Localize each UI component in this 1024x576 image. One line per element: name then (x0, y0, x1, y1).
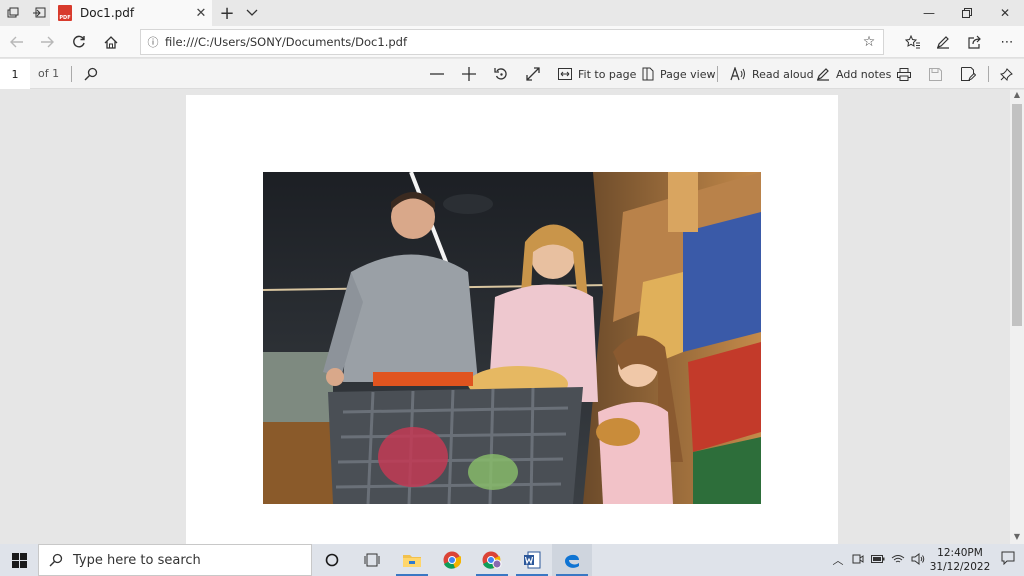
expand-icon (526, 67, 540, 81)
pin-toolbar-button[interactable] (1000, 62, 1013, 86)
word-icon (524, 551, 541, 569)
search-icon (84, 67, 98, 81)
restore-button[interactable] (948, 0, 986, 26)
page-number-input[interactable]: 1 (0, 59, 30, 89)
task-view-icon (364, 553, 380, 567)
rotate-button[interactable] (494, 62, 508, 86)
divider (71, 66, 72, 82)
divider (717, 66, 718, 82)
scroll-up-arrow-icon[interactable]: ▲ (1010, 90, 1024, 102)
add-notes-button[interactable]: Add notes (816, 62, 891, 86)
family-shopping-photo (263, 172, 761, 504)
full-screen-button[interactable] (526, 62, 540, 86)
fit-to-page-button[interactable]: Fit to page (558, 62, 636, 86)
folder-icon (403, 555, 421, 567)
system-tray: ︿ 12:40PM 31/12/2022 (828, 544, 1024, 576)
chrome-profile-button[interactable] (472, 544, 512, 576)
pdf-file-icon: PDF (58, 5, 72, 21)
taskbar-search-box[interactable]: Type here to search (38, 544, 312, 576)
windows-logo-icon (11, 552, 27, 568)
notification-center-icon[interactable] (992, 551, 1024, 569)
add-notes-label: Add notes (836, 67, 892, 81)
read-aloud-icon (730, 67, 745, 81)
volume-icon[interactable] (908, 552, 928, 568)
info-icon[interactable]: ⓘ (141, 34, 165, 50)
printer-icon (897, 67, 911, 81)
set-tabs-aside-icon[interactable] (26, 0, 52, 26)
print-button[interactable] (897, 62, 911, 86)
meet-now-icon[interactable] (848, 553, 868, 568)
favorites-icon[interactable] (898, 30, 928, 54)
back-button[interactable] (4, 30, 30, 54)
clock-time: 12:40PM (937, 547, 983, 559)
task-view-button[interactable] (352, 544, 392, 576)
minimize-button[interactable]: — (910, 0, 948, 26)
read-aloud-button[interactable]: Read aloud (730, 62, 814, 86)
chrome-icon (443, 551, 461, 569)
vertical-scrollbar[interactable]: ▲ ▼ (1010, 90, 1024, 544)
save-button[interactable] (929, 62, 942, 86)
save-icon (929, 67, 942, 81)
fit-to-page-label: Fit to page (578, 67, 637, 81)
page-view-button[interactable]: Page view (642, 62, 715, 86)
chrome-profile-icon (482, 551, 502, 569)
address-bar: ⓘ file:///C:/Users/SONY/Documents/Doc1.p… (0, 26, 1024, 58)
show-hidden-icons-chevron-icon[interactable]: ︿ (828, 552, 848, 568)
zoom-in-button[interactable] (462, 62, 476, 86)
read-aloud-label: Read aloud (752, 67, 814, 81)
refresh-button[interactable] (66, 30, 92, 54)
favorite-star-icon[interactable]: ☆ (855, 34, 883, 50)
chrome-button[interactable] (432, 544, 472, 576)
cortana-circle-icon (325, 553, 339, 567)
web-note-pen-icon[interactable] (928, 30, 958, 54)
find-button[interactable] (84, 62, 98, 86)
share-icon[interactable] (960, 30, 990, 54)
pdf-toolbar: 1 of 1 Fit to page Page view Read aloud … (0, 59, 1024, 89)
scroll-down-arrow-icon[interactable]: ▼ (1010, 532, 1024, 544)
window-controls: — ✕ (910, 0, 1024, 26)
url-field[interactable]: ⓘ file:///C:/Users/SONY/Documents/Doc1.p… (140, 29, 884, 55)
tab-actions-icon[interactable] (0, 0, 26, 26)
pdf-viewer-area (0, 90, 1010, 555)
fit-page-icon (558, 68, 572, 80)
new-tab-button[interactable]: + (216, 0, 238, 26)
start-button[interactable] (0, 544, 38, 576)
cortana-button[interactable] (312, 544, 352, 576)
edge-icon (565, 554, 579, 568)
tab-close-button[interactable]: ✕ (190, 6, 212, 21)
search-icon (49, 553, 63, 567)
home-button[interactable] (98, 30, 124, 54)
page-count: of 1 (38, 67, 60, 80)
more-menu-icon[interactable]: ⋯ (992, 30, 1022, 54)
forward-button[interactable] (34, 30, 60, 54)
pin-icon (1000, 67, 1013, 81)
tab-title: Doc1.pdf (80, 6, 135, 20)
divider (988, 66, 989, 82)
pdf-page (186, 95, 838, 555)
battery-icon[interactable] (868, 554, 888, 567)
rotate-icon (494, 68, 507, 80)
close-window-button[interactable]: ✕ (986, 0, 1024, 26)
file-explorer-button[interactable] (392, 544, 432, 576)
pen-icon (817, 68, 829, 81)
edge-button[interactable] (552, 544, 592, 576)
clock[interactable]: 12:40PM 31/12/2022 (928, 546, 992, 574)
word-button[interactable] (512, 544, 552, 576)
url-text: file:///C:/Users/SONY/Documents/Doc1.pdf (165, 35, 407, 49)
wifi-icon[interactable] (888, 554, 908, 567)
clock-date: 31/12/2022 (929, 561, 991, 573)
page-view-icon (642, 67, 654, 81)
tab-doc1[interactable]: PDF Doc1.pdf ✕ (50, 0, 212, 26)
scroll-thumb[interactable] (1012, 104, 1022, 326)
zoom-out-button[interactable] (430, 62, 444, 86)
save-as-button[interactable] (961, 62, 976, 86)
search-placeholder: Type here to search (73, 552, 201, 568)
save-as-icon (961, 67, 976, 81)
taskbar: Type here to search ︿ 12:40PM 31/12/2022 (0, 544, 1024, 576)
page-view-label: Page view (660, 67, 716, 81)
tab-preview-chevron-icon[interactable] (242, 0, 262, 26)
